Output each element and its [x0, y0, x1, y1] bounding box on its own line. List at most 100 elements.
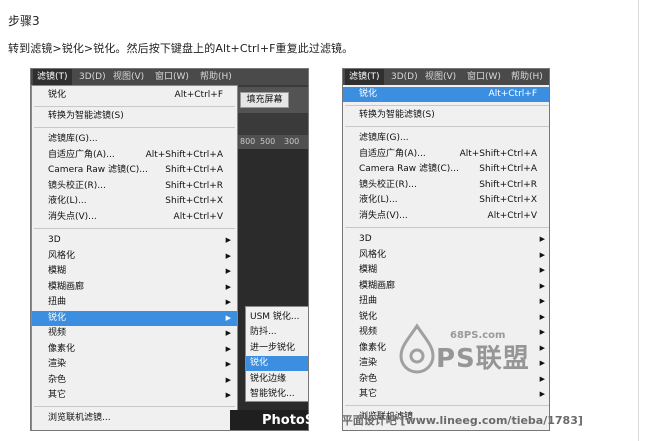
menu-item-adaptive-wide[interactable]: 自适应广角(A)... Alt+Shift+Ctrl+A — [32, 148, 237, 163]
menu-separator — [34, 106, 235, 107]
menu-item-sharpen[interactable]: 锐化 ▶ — [32, 311, 237, 326]
menu-item-vanishing-point[interactable]: 消失点(V)... Alt+Ctrl+V — [32, 210, 237, 225]
menu-3d[interactable]: 3D(D) — [387, 69, 422, 85]
sharpen-submenu: USM 锐化... 防抖... 进一步锐化 锐化 锐化边缘 智能锐化... — [245, 306, 308, 402]
menu-item-stylize[interactable]: 风格化 ▶ — [343, 248, 549, 263]
menu-item-browse-online[interactable]: 浏览联机滤镜... — [32, 411, 237, 426]
menu-item-adaptive-wide[interactable]: 自适应广角(A)... Alt+Shift+Ctrl+A — [343, 147, 549, 162]
menu-item-3d[interactable]: 3D ▶ — [32, 233, 237, 248]
menu-item-video[interactable]: 视频 ▶ — [32, 326, 237, 341]
submenu-arrow-icon: ▶ — [225, 314, 231, 322]
menu-item-label: 其它 — [359, 389, 378, 399]
submenu-arrow-icon: ▶ — [539, 375, 545, 383]
menu-item-label: 视频 — [359, 327, 378, 337]
menu-item-other[interactable]: 其它 ▶ — [32, 388, 237, 403]
submenu-arrow-icon: ▶ — [539, 344, 545, 352]
menu-item-distort[interactable]: 扭曲 ▶ — [32, 295, 237, 310]
ruler-tick: 800 — [240, 137, 256, 146]
menu-filter[interactable]: 滤镜(T) — [345, 69, 384, 85]
ruler-tick: 500 — [260, 137, 276, 146]
submenu-arrow-icon: ▶ — [225, 236, 231, 244]
submenu-item-sharpen-more[interactable]: 进一步锐化 — [246, 341, 308, 356]
menu-item-sharpen[interactable]: 锐化 ▶ — [343, 310, 549, 325]
menu-item-blur-gallery[interactable]: 模糊画廊 ▶ — [343, 279, 549, 294]
submenu-arrow-icon: ▶ — [539, 359, 545, 367]
shortcut: Alt+Ctrl+V — [487, 211, 537, 221]
right-photoshop-window: 滤镜(T) 3D(D) 视图(V) 窗口(W) 帮助(H) 锐化 Alt+Ctrl… — [342, 68, 550, 431]
submenu-item-sharpen-edges[interactable]: 锐化边缘 — [246, 372, 308, 387]
menu-item-label: 消失点(V)... — [48, 212, 97, 222]
menu-view[interactable]: 视图(V) — [421, 69, 460, 85]
submenu-arrow-icon: ▶ — [225, 267, 231, 275]
menu-item-label: 像素化 — [359, 343, 387, 353]
menu-window[interactable]: 窗口(W) — [151, 69, 193, 85]
menu-item-camera-raw[interactable]: Camera Raw 滤镜(C)... Shift+Ctrl+A — [343, 162, 549, 177]
menu-item-blur[interactable]: 模糊 ▶ — [343, 263, 549, 278]
menu-item-label: 模糊 — [359, 265, 378, 275]
menu-item-blur[interactable]: 模糊 ▶ — [32, 264, 237, 279]
submenu-item-usm[interactable]: USM 锐化... — [246, 310, 308, 325]
submenu-arrow-icon: ▶ — [539, 266, 545, 274]
menu-item-label: 像素化 — [48, 344, 76, 354]
submenu-item-sharpen[interactable]: 锐化 — [246, 356, 308, 371]
menu-item-filter-gallery[interactable]: 滤镜库(G)... — [32, 132, 237, 147]
menu-separator — [345, 405, 549, 406]
menu-item-camera-raw[interactable]: Camera Raw 滤镜(C)... Shift+Ctrl+A — [32, 163, 237, 178]
menu-filter[interactable]: 滤镜(T) — [33, 69, 72, 85]
menu-item-label: Camera Raw 滤镜(C)... — [48, 165, 148, 175]
menu-item-stylize[interactable]: 风格化 ▶ — [32, 249, 237, 264]
menu-item-lens-correction[interactable]: 镜头校正(R)... Shift+Ctrl+R — [32, 179, 237, 194]
menu-item-render[interactable]: 渲染 ▶ — [32, 357, 237, 372]
submenu-item-shake-reduction[interactable]: 防抖... — [246, 325, 308, 340]
fill-screen-button[interactable]: 填充屏幕 — [240, 92, 289, 108]
shortcut: Shift+Ctrl+X — [165, 196, 223, 206]
menu-item-noise[interactable]: 杂色 ▶ — [32, 373, 237, 388]
menu-item-label: 锐化 — [48, 90, 67, 100]
watermark-logo-icon — [399, 323, 435, 374]
menu-item-vanishing-point[interactable]: 消失点(V)... Alt+Ctrl+V — [343, 209, 549, 224]
menu-item-3d[interactable]: 3D ▶ — [343, 232, 549, 247]
menu-window[interactable]: 窗口(W) — [463, 69, 505, 85]
menu-item-convert-smart[interactable]: 转换为智能滤镜(S) — [32, 109, 237, 124]
menu-item-filter-gallery[interactable]: 滤镜库(G)... — [343, 131, 549, 146]
shortcut: Alt+Shift+Ctrl+A — [145, 150, 223, 160]
menu-separator — [34, 228, 235, 229]
shortcut: Shift+Ctrl+A — [165, 165, 223, 175]
instruction-text: 转到滤镜>锐化>锐化。然后按下键盘上的Alt+Ctrl+F重复此过滤镜。 — [8, 42, 354, 55]
menu-separator — [34, 406, 235, 407]
submenu-arrow-icon: ▶ — [225, 360, 231, 368]
menu-item-lens-correction[interactable]: 镜头校正(R)... Shift+Ctrl+R — [343, 178, 549, 193]
menu-item-label: 其它 — [48, 390, 67, 400]
menu-item-convert-smart[interactable]: 转换为智能滤镜(S) — [343, 108, 549, 123]
menu-item-liquify[interactable]: 液化(L)... Shift+Ctrl+X — [343, 193, 549, 208]
menu-item-label: 转换为智能滤镜(S) — [359, 110, 435, 120]
menu-item-blur-gallery[interactable]: 模糊画廊 ▶ — [32, 280, 237, 295]
menu-item-label: 锐化 — [359, 312, 378, 322]
menu-item-liquify[interactable]: 液化(L)... Shift+Ctrl+X — [32, 194, 237, 209]
menu-item-label: Camera Raw 滤镜(C)... — [359, 164, 459, 174]
menu-item-distort[interactable]: 扭曲 ▶ — [343, 294, 549, 309]
menu-item-label: 滤镜库(G)... — [48, 134, 98, 144]
submenu-arrow-icon: ▶ — [539, 390, 545, 398]
menu-view[interactable]: 视图(V) — [109, 69, 148, 85]
left-photoshop-window: 滤镜(T) 3D(D) 视图(V) 窗口(W) 帮助(H) 填充屏幕 800 5… — [30, 68, 309, 431]
menu-item-pixelate[interactable]: 像素化 ▶ — [32, 342, 237, 357]
submenu-item-smart-sharpen[interactable]: 智能锐化... — [246, 387, 308, 402]
menu-item-last-filter[interactable]: 锐化 Alt+Ctrl+F — [343, 87, 549, 102]
menu-item-last-filter[interactable]: 锐化 Alt+Ctrl+F — [32, 88, 237, 103]
menu-item-label: 锐化 — [48, 313, 67, 323]
menu-help[interactable]: 帮助(H) — [507, 69, 547, 85]
menu-item-label: 扭曲 — [48, 297, 67, 307]
menu-item-label: 3D — [48, 235, 61, 245]
page-divider — [638, 0, 639, 441]
menu-item-other[interactable]: 其它 ▶ — [343, 387, 549, 402]
menu-item-label: 风格化 — [48, 251, 76, 261]
shortcut: Alt+Ctrl+V — [173, 212, 223, 222]
menu-help[interactable]: 帮助(H) — [196, 69, 236, 85]
submenu-arrow-icon: ▶ — [225, 283, 231, 291]
submenu-arrow-icon: ▶ — [225, 376, 231, 384]
menu-3d[interactable]: 3D(D) — [75, 69, 110, 85]
submenu-arrow-icon: ▶ — [539, 282, 545, 290]
submenu-arrow-icon: ▶ — [539, 297, 545, 305]
menu-item-label: 自适应广角(A)... — [359, 149, 426, 159]
